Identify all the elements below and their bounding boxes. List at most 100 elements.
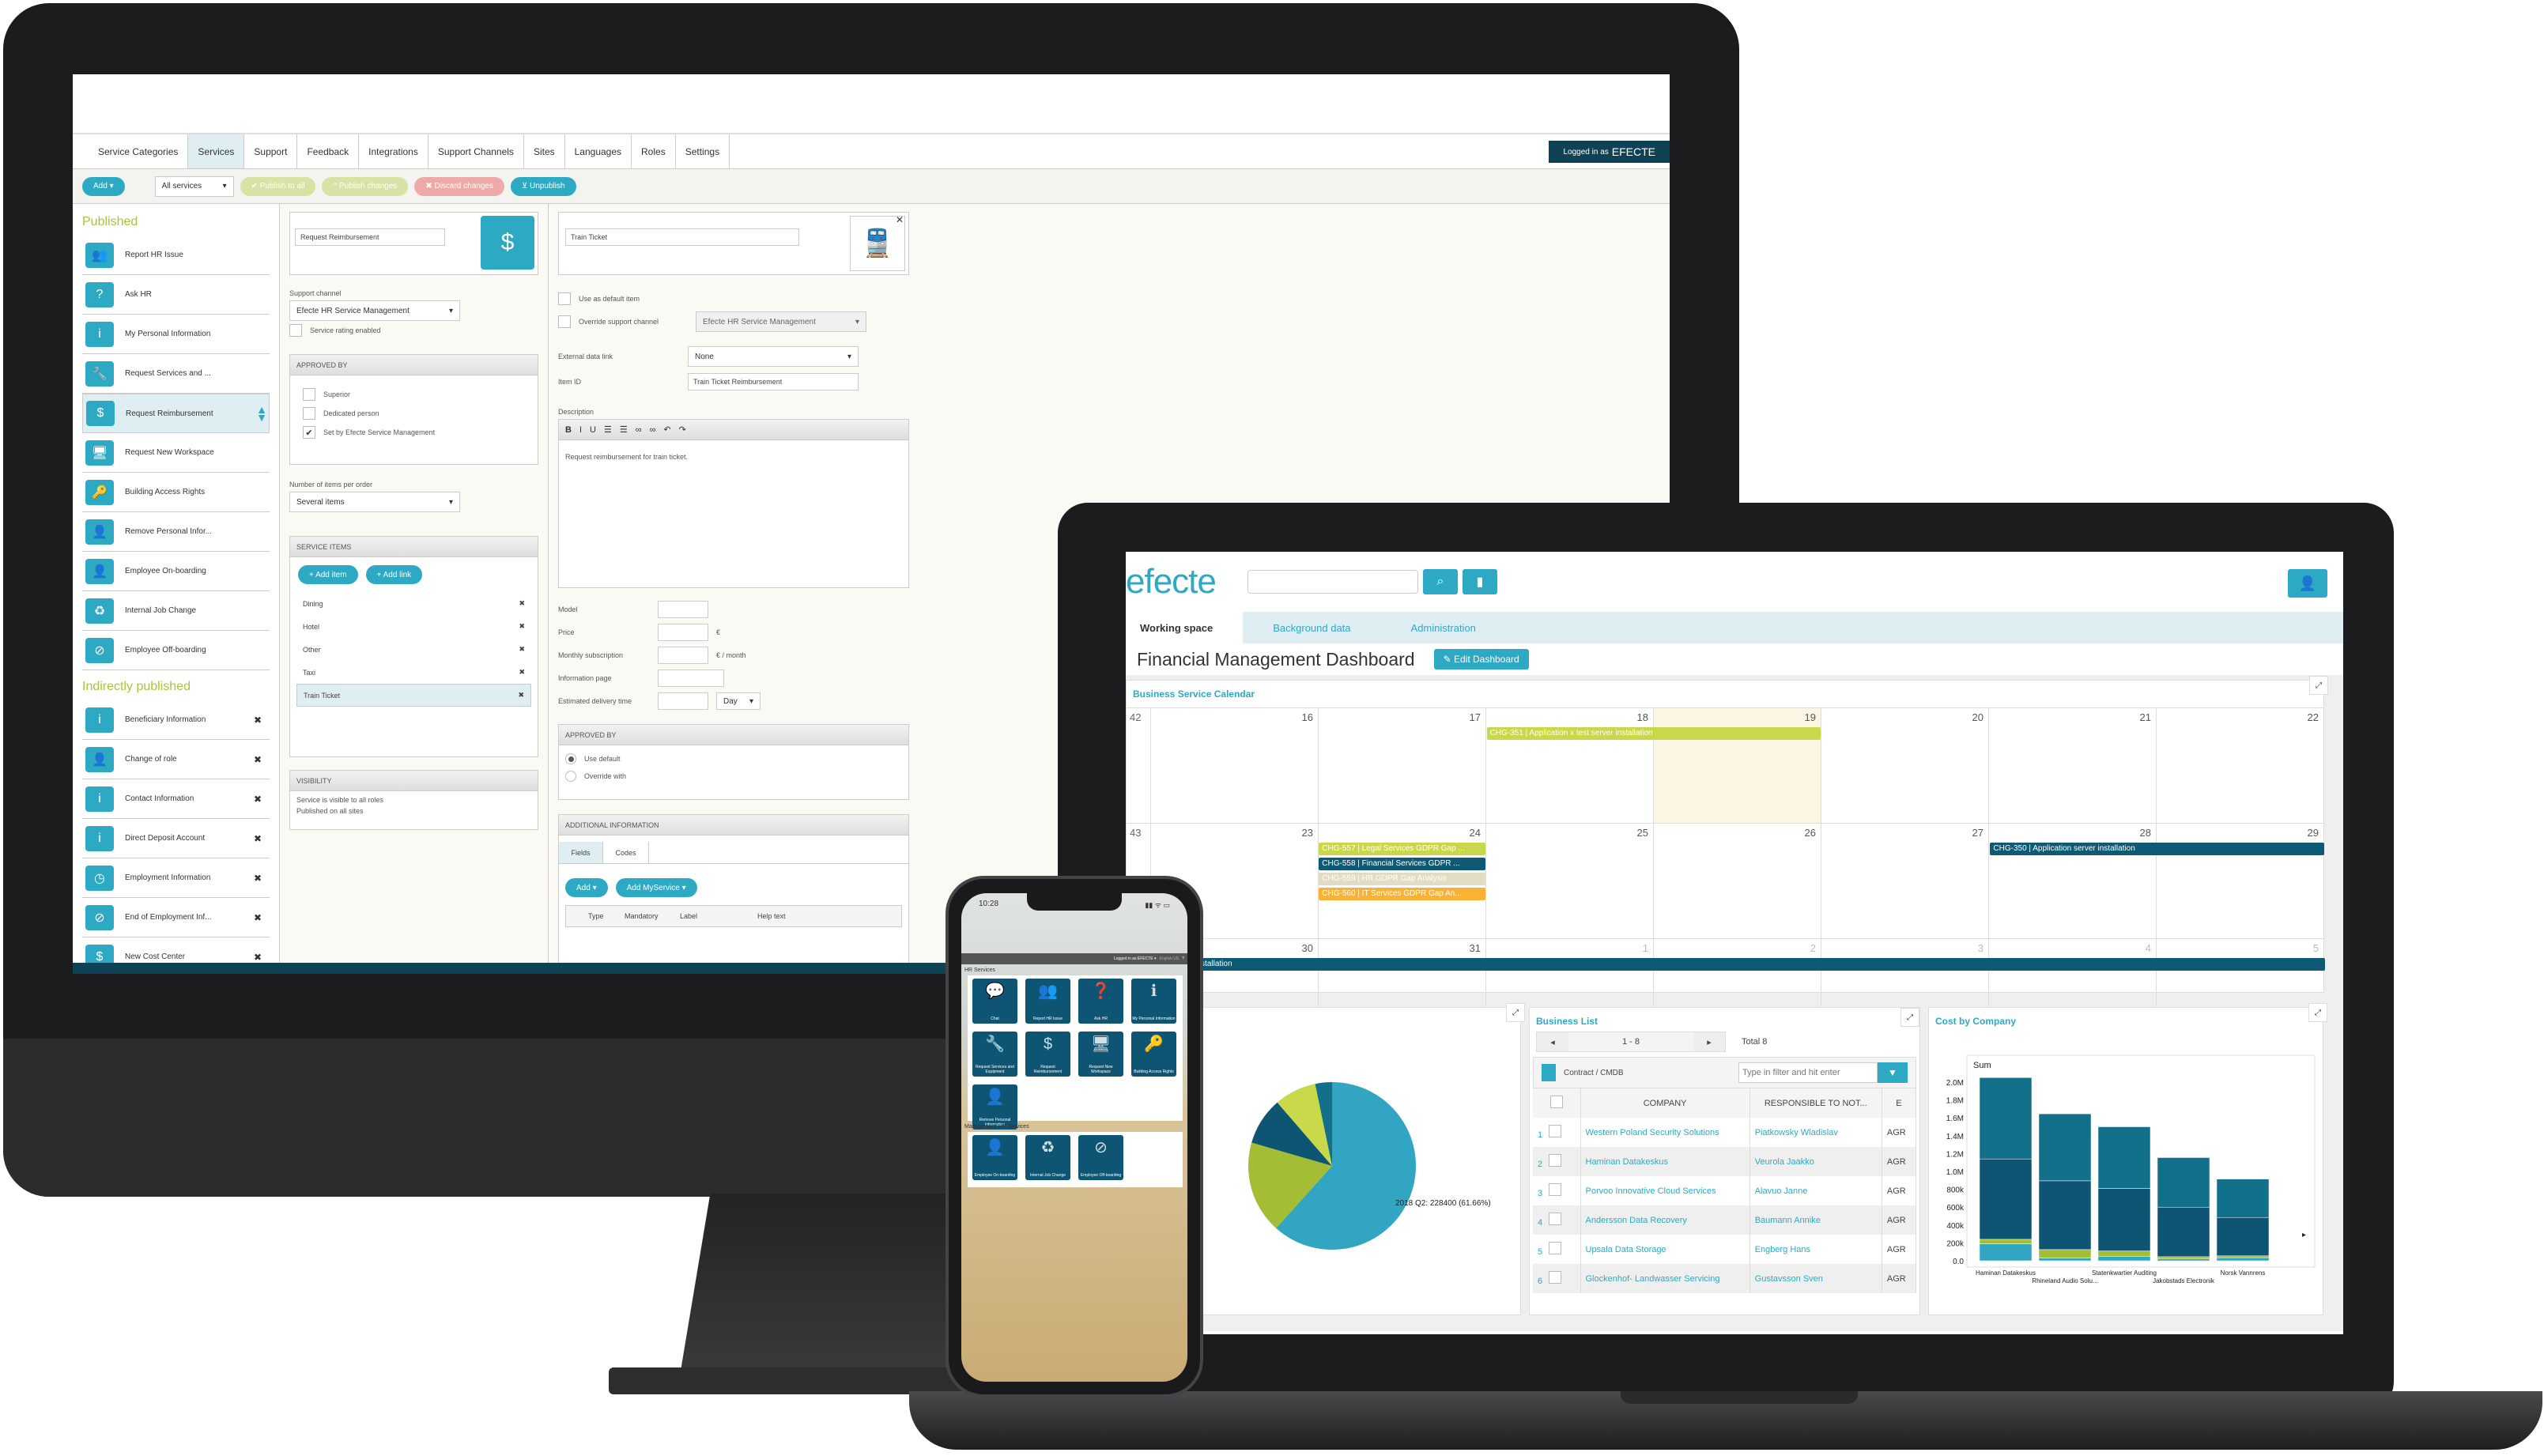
- calendar-event[interactable]: CHG-559 | HR GDPR Gap Analysis: [1319, 873, 1485, 885]
- radio-button[interactable]: [565, 753, 576, 764]
- phone-logged-in[interactable]: Logged in as EFECTE ▾: [1114, 956, 1157, 961]
- calendar-day[interactable]: 25: [1485, 824, 1653, 938]
- row-checkbox[interactable]: [1549, 1183, 1562, 1196]
- cell-resp[interactable]: Gustavsson Sven: [1749, 1264, 1882, 1293]
- calendar-day[interactable]: 26: [1653, 824, 1821, 938]
- nav-tab-services[interactable]: Services: [188, 134, 245, 168]
- bullet-list-icon[interactable]: ☰: [604, 424, 612, 435]
- expand-icon[interactable]: ⤢: [2309, 676, 2328, 695]
- cell-company[interactable]: Andersson Data Recovery: [1580, 1205, 1750, 1235]
- items-per-order-select[interactable]: Several items ▾: [289, 492, 460, 512]
- publish-changes-button[interactable]: ^ Publish changes: [322, 176, 409, 196]
- service-list-item[interactable]: $ Request Reimbursement ▲ ▼: [82, 394, 270, 433]
- next-arrow-icon[interactable]: ▸: [2302, 1231, 2306, 1239]
- service-list-item[interactable]: ⊘ End of Employment Inf... ✖: [82, 898, 270, 937]
- add-item-button[interactable]: + Add item: [298, 565, 358, 584]
- approver-checkbox[interactable]: [303, 407, 315, 420]
- cell-company[interactable]: Glockenhof- Landwasser Servicing: [1580, 1264, 1750, 1293]
- phone-tile[interactable]: ℹ My Personal Information: [1131, 979, 1176, 1024]
- ext-link-select[interactable]: None ▾: [688, 346, 859, 367]
- tab-fields[interactable]: Fields: [559, 842, 603, 863]
- row-checkbox[interactable]: [1549, 1154, 1562, 1167]
- radio-button[interactable]: [565, 771, 576, 782]
- calendar-day[interactable]: 1: [1485, 939, 1653, 1006]
- add-link-button[interactable]: + Add link: [365, 565, 423, 584]
- service-list-item[interactable]: ◷ Employment Information ✖: [82, 858, 270, 898]
- calendar-day[interactable]: 5: [2156, 939, 2323, 1006]
- phone-tile[interactable]: ⊘ Employee Off-boarding: [1078, 1135, 1123, 1180]
- calendar-day[interactable]: 27: [1821, 824, 1988, 938]
- nav-tab-settings[interactable]: Settings: [676, 134, 730, 168]
- service-name-input[interactable]: Request Reimbursement: [295, 228, 445, 246]
- remove-icon[interactable]: ✖: [519, 599, 525, 608]
- phone-tile[interactable]: 💬 Chat: [972, 979, 1017, 1024]
- tab-background-data[interactable]: Background data: [1243, 612, 1380, 643]
- service-filter-select[interactable]: All services ▾: [154, 175, 234, 197]
- row-checkbox[interactable]: [1549, 1271, 1562, 1284]
- service-list-item[interactable]: 🔑 Building Access Rights: [82, 473, 270, 512]
- service-list-item[interactable]: 🖥 Request New Workspace: [82, 433, 270, 473]
- expand-icon[interactable]: ⤢: [2308, 1003, 2327, 1022]
- calendar-day[interactable]: 16: [1150, 708, 1318, 823]
- search-button[interactable]: ⌕: [1422, 569, 1458, 594]
- search-input[interactable]: [1247, 570, 1418, 594]
- support-channel-select[interactable]: Efecte HR Service Management ▾: [289, 300, 460, 321]
- override-channel-select[interactable]: Efecte HR Service Management ▾: [696, 311, 866, 332]
- approver-checkbox[interactable]: [303, 388, 315, 401]
- cell-resp[interactable]: Engberg Hans: [1749, 1235, 1882, 1264]
- row-checkbox[interactable]: [1549, 1242, 1562, 1254]
- unlink-icon[interactable]: ∞: [650, 425, 656, 435]
- cell-company[interactable]: Porvoo Innovative Cloud Services: [1580, 1176, 1750, 1205]
- row-checkbox[interactable]: [1549, 1125, 1562, 1137]
- calendar-day[interactable]: 18: [1485, 708, 1653, 823]
- cell-resp[interactable]: Baumann Annike: [1749, 1205, 1882, 1235]
- phone-tile[interactable]: ❓ Ask HR: [1078, 979, 1123, 1024]
- user-menu-button[interactable]: 👤: [2288, 569, 2327, 598]
- cell-company[interactable]: Western Poland Security Solutions: [1580, 1118, 1750, 1147]
- unpublish-button[interactable]: ⊻ Unpublish: [510, 176, 576, 196]
- calendar-day[interactable]: 20: [1821, 708, 1988, 823]
- service-item-row[interactable]: Other ✖: [296, 638, 531, 661]
- tab-working-space[interactable]: Working space: [1126, 612, 1244, 643]
- remove-icon[interactable]: ✖: [518, 691, 524, 700]
- calendar-day[interactable]: 3: [1821, 939, 1988, 1006]
- service-item-row[interactable]: Train Ticket ✖: [296, 684, 531, 707]
- cell-resp[interactable]: Veurola Jaakko: [1749, 1147, 1882, 1176]
- approval-option[interactable]: Override with: [565, 771, 902, 782]
- nav-tab-support-channels[interactable]: Support Channels: [428, 134, 524, 168]
- calendar-event[interactable]: Application server installation: [1127, 958, 2325, 971]
- phone-tile[interactable]: ♻ Internal Job Change: [1025, 1135, 1070, 1180]
- item-id-input[interactable]: Train Ticket Reimbursement: [688, 373, 859, 390]
- service-list-item[interactable]: i Beneficiary Information ✖: [82, 700, 270, 740]
- tab-administration[interactable]: Administration: [1381, 612, 1506, 643]
- table-row[interactable]: 6 Glockenhof- Landwasser Servicing Gustavs…: [1533, 1264, 1917, 1293]
- table-row[interactable]: 1 Western Poland Security Solutions Piatko…: [1533, 1118, 1917, 1147]
- service-list-item[interactable]: ⊘ Employee Off-boarding: [82, 631, 270, 670]
- nav-tab-sites[interactable]: Sites: [524, 134, 565, 168]
- service-list-item[interactable]: 🔧 Request Services and ...: [82, 354, 270, 394]
- table-row[interactable]: 3 Porvoo Innovative Cloud Services Alavuo …: [1533, 1176, 1917, 1205]
- prev-page-icon[interactable]: ◂: [1537, 1037, 1568, 1047]
- column-header[interactable]: RESPONSIBLE TO NOT...: [1749, 1088, 1882, 1118]
- calendar-event[interactable]: CHG-351 | Application x test server inst…: [1486, 727, 1821, 740]
- service-list-item[interactable]: ♻ Internal Job Change: [82, 591, 270, 631]
- service-item-row[interactable]: Taxi ✖: [296, 661, 531, 684]
- add-field-button[interactable]: Add ▾: [565, 878, 608, 897]
- field-input[interactable]: [658, 692, 708, 710]
- new-item-button[interactable]: ▮: [1462, 569, 1497, 594]
- phone-tile[interactable]: 🔑 Building Access Rights: [1131, 1032, 1176, 1077]
- remove-icon[interactable]: ✖: [254, 912, 262, 923]
- service-list-item[interactable]: ? Ask HR: [82, 275, 270, 315]
- remove-icon[interactable]: ✖: [519, 668, 525, 677]
- logged-in-badge[interactable]: Logged in as EFECTE: [1549, 141, 1670, 163]
- calendar-day[interactable]: 4: [1988, 939, 2156, 1006]
- field-input[interactable]: [658, 670, 724, 687]
- publish-all-button[interactable]: ✔ Publish to all: [240, 176, 316, 196]
- filter-icon[interactable]: ▼: [1878, 1062, 1908, 1083]
- calendar-day[interactable]: 2: [1653, 939, 1821, 1006]
- link-icon[interactable]: ∞: [636, 425, 642, 435]
- remove-icon[interactable]: ✖: [519, 645, 525, 654]
- description-text[interactable]: Request reimbursement for train ticket.: [559, 440, 908, 473]
- service-list-item[interactable]: 👤 Employee On-boarding: [82, 552, 270, 591]
- nav-tab-feedback[interactable]: Feedback: [297, 134, 360, 168]
